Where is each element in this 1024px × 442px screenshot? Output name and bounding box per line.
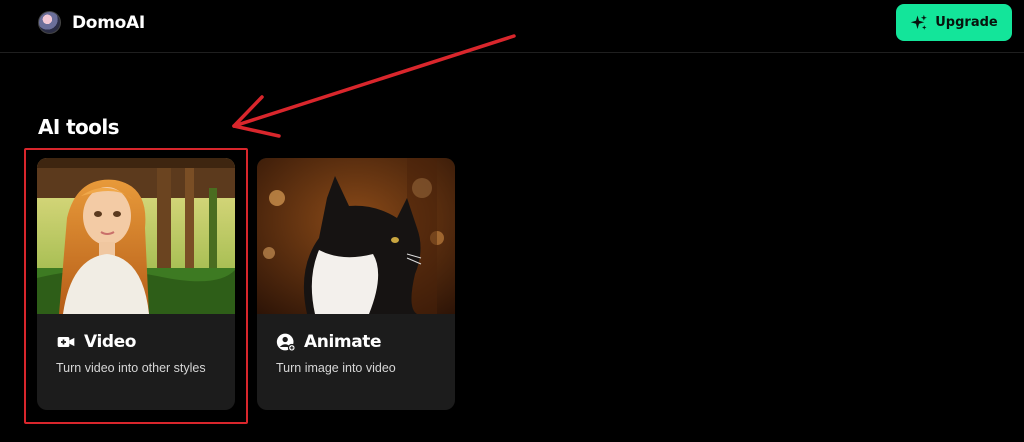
video-card-title: Video	[84, 332, 137, 352]
sparkle-icon	[911, 14, 928, 30]
animate-user-icon	[276, 333, 296, 352]
tool-card-animate[interactable]: Animate Turn image into video	[257, 158, 455, 410]
video-thumbnail	[37, 158, 235, 314]
animate-card-title: Animate	[304, 332, 382, 352]
brand-name: DomoAI	[72, 12, 145, 33]
brand[interactable]: DomoAI	[38, 11, 145, 34]
tool-card-video[interactable]: Video Turn video into other styles	[37, 158, 235, 410]
top-bar: DomoAI Upgrade	[0, 0, 1024, 53]
video-card-description: Turn video into other styles	[56, 361, 206, 375]
domoai-logo-icon	[38, 11, 61, 34]
upgrade-button[interactable]: Upgrade	[896, 4, 1012, 41]
animate-card-description: Turn image into video	[276, 361, 396, 375]
video-camera-icon	[57, 337, 75, 347]
animate-thumbnail	[257, 158, 455, 314]
upgrade-label: Upgrade	[935, 15, 998, 30]
section-title: AI tools	[38, 115, 119, 139]
